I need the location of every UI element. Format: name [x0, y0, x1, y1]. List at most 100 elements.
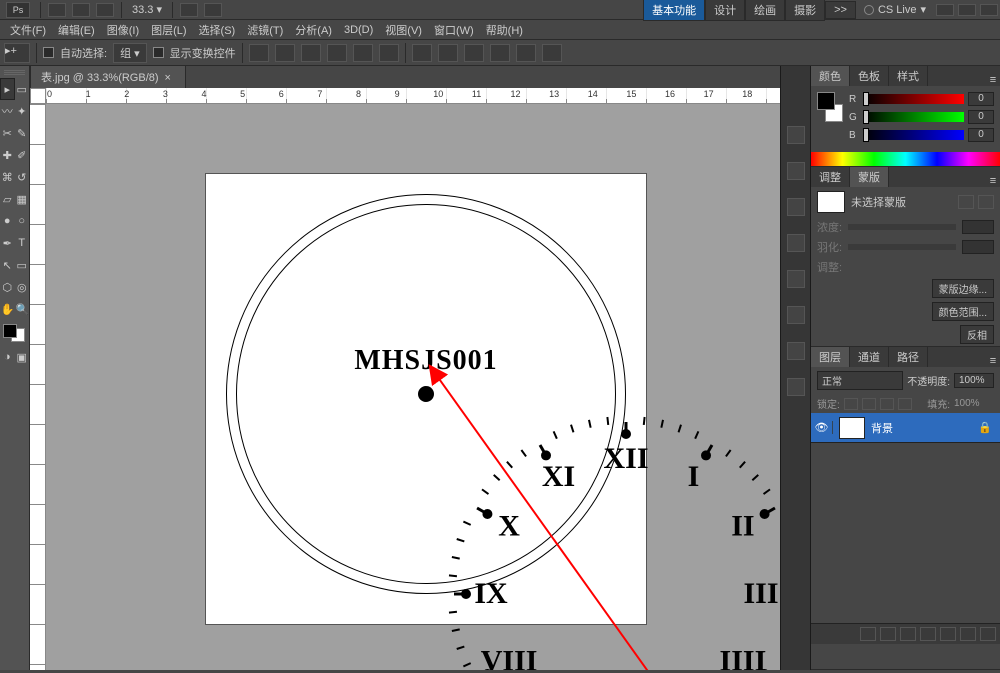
menu-window[interactable]: 窗口(W)	[434, 22, 474, 38]
tab-color[interactable]: 颜色	[811, 66, 850, 86]
eraser-tool[interactable]: ▱	[0, 188, 15, 210]
canvas-viewport[interactable]: XIIIIIIIIIIIIVVIVIIVIIIIXXXI MHSJS001	[46, 104, 780, 670]
para-panel-icon[interactable]	[787, 270, 805, 288]
cs-live[interactable]: CS Live ▾	[856, 3, 934, 16]
color-swatches[interactable]	[3, 324, 25, 342]
pen-tool[interactable]: ✒	[0, 232, 15, 254]
toolbox-grip[interactable]	[4, 70, 25, 76]
align-left-icon[interactable]	[327, 44, 347, 62]
b-value[interactable]: 0	[968, 128, 994, 142]
menu-view[interactable]: 视图(V)	[385, 22, 422, 38]
menu-analysis[interactable]: 分析(A)	[295, 22, 332, 38]
wand-tool[interactable]: ✦	[15, 100, 30, 122]
link-layers-icon[interactable]	[860, 627, 876, 641]
menu-3d[interactable]: 3D(D)	[344, 24, 373, 36]
workspace-design[interactable]: 设计	[705, 0, 745, 21]
auto-select-checkbox[interactable]	[43, 47, 54, 58]
tab-swatch[interactable]: 色板	[850, 66, 889, 86]
blur-tool[interactable]: ●	[0, 210, 15, 232]
marquee-tool[interactable]: ▭	[15, 78, 30, 100]
feather-slider[interactable]	[848, 244, 956, 250]
min-button[interactable]	[936, 4, 954, 16]
workspace-photo[interactable]: 摄影	[785, 0, 825, 21]
bridge-icon[interactable]	[48, 3, 66, 17]
invert-button[interactable]: 反相	[960, 325, 994, 344]
mask-icon[interactable]	[900, 627, 916, 641]
lock-pixels-icon[interactable]	[862, 398, 876, 410]
3d-tool[interactable]: ⬡	[0, 276, 15, 298]
info-panel-icon[interactable]	[787, 162, 805, 180]
align-top-icon[interactable]	[249, 44, 269, 62]
menu-image[interactable]: 图像(I)	[107, 22, 139, 38]
density-value[interactable]	[962, 220, 994, 234]
layer-item-background[interactable]: 👁 背景 🔒	[811, 413, 1000, 443]
styles-panel-icon[interactable]	[787, 342, 805, 360]
tab-channels[interactable]: 通道	[850, 347, 889, 367]
restore-button[interactable]	[958, 4, 976, 16]
mask-edge-button[interactable]: 蒙版边缘...	[932, 279, 994, 298]
group-icon[interactable]	[940, 627, 956, 641]
tab-adjust[interactable]: 调整	[811, 167, 850, 187]
type-tool[interactable]: T	[15, 232, 30, 254]
align-right-icon[interactable]	[379, 44, 399, 62]
menu-file[interactable]: 文件(F)	[10, 22, 46, 38]
document-tab[interactable]: 表.jpg @ 33.3%(RGB/8) ×	[30, 65, 186, 88]
visibility-eye-icon[interactable]: 👁	[811, 421, 833, 434]
menu-filter[interactable]: 滤镜(T)	[247, 22, 283, 38]
close-tab-icon[interactable]: ×	[165, 72, 175, 82]
lock-trans-icon[interactable]	[844, 398, 858, 410]
distribute-6-icon[interactable]	[542, 44, 562, 62]
layers-panel-menu-icon[interactable]: ≡	[986, 355, 1000, 367]
canvas[interactable]: XIIIIIIIIIIIIVVIVIIVIIIIXXXI MHSJS001	[206, 174, 646, 624]
distribute-2-icon[interactable]	[438, 44, 458, 62]
navigator-panel-icon[interactable]	[787, 198, 805, 216]
workspace-more[interactable]: >>	[825, 1, 856, 19]
adjustment-icon[interactable]	[920, 627, 936, 641]
density-slider[interactable]	[848, 224, 956, 230]
tab-style[interactable]: 样式	[889, 66, 928, 86]
hue-ramp[interactable]	[811, 152, 1000, 166]
distribute-4-icon[interactable]	[490, 44, 510, 62]
blend-mode-select[interactable]: 正常	[817, 371, 903, 390]
menu-layer[interactable]: 图层(L)	[151, 22, 186, 38]
panel-color-swatch[interactable]	[817, 92, 843, 122]
minibridge-icon[interactable]	[72, 3, 90, 17]
ruler-vertical[interactable]	[30, 104, 46, 670]
distribute-1-icon[interactable]	[412, 44, 432, 62]
path-tool[interactable]: ↖	[0, 254, 15, 276]
align-bottom-icon[interactable]	[301, 44, 321, 62]
tab-layers[interactable]: 图层	[811, 347, 850, 367]
tab-paths[interactable]: 路径	[889, 347, 928, 367]
g-value[interactable]: 0	[968, 110, 994, 124]
add-pixel-mask-icon[interactable]	[958, 195, 974, 209]
zoom-level[interactable]: 33.3 ▾	[132, 3, 162, 16]
feather-value[interactable]	[962, 240, 994, 254]
crop-tool[interactable]: ✂	[0, 122, 15, 144]
show-transform-checkbox[interactable]	[153, 47, 164, 58]
arrange-icon[interactable]	[180, 3, 198, 17]
menu-edit[interactable]: 编辑(E)	[58, 22, 95, 38]
mask-panel-menu-icon[interactable]: ≡	[986, 175, 1000, 187]
workspace-painting[interactable]: 绘画	[745, 0, 785, 21]
eyedropper-tool[interactable]: ✎	[15, 122, 30, 144]
view-extras-icon[interactable]	[96, 3, 114, 17]
brush-tool[interactable]: ✐	[15, 144, 30, 166]
3d-cam-tool[interactable]: ◎	[15, 276, 30, 298]
lasso-tool[interactable]: 〰	[0, 100, 15, 122]
align-vcenter-icon[interactable]	[275, 44, 295, 62]
lock-all-icon[interactable]	[898, 398, 912, 410]
align-hcenter-icon[interactable]	[353, 44, 373, 62]
workspace-essentials[interactable]: 基本功能	[643, 0, 705, 21]
color-panel-menu-icon[interactable]: ≡	[986, 74, 1000, 86]
ruler-horizontal[interactable]: 0123456789101112131415161718	[46, 88, 780, 104]
layer-name[interactable]: 背景	[871, 420, 978, 436]
menu-help[interactable]: 帮助(H)	[486, 22, 523, 38]
quickmask-icon[interactable]: ◑	[0, 346, 15, 368]
distribute-5-icon[interactable]	[516, 44, 536, 62]
fill-value[interactable]: 100%	[954, 398, 994, 409]
char-panel-icon[interactable]	[787, 234, 805, 252]
heal-tool[interactable]: ✚	[0, 144, 15, 166]
lock-pos-icon[interactable]	[880, 398, 894, 410]
actions-panel-icon[interactable]	[787, 378, 805, 396]
screenmode-icon[interactable]: ▣	[15, 346, 30, 368]
